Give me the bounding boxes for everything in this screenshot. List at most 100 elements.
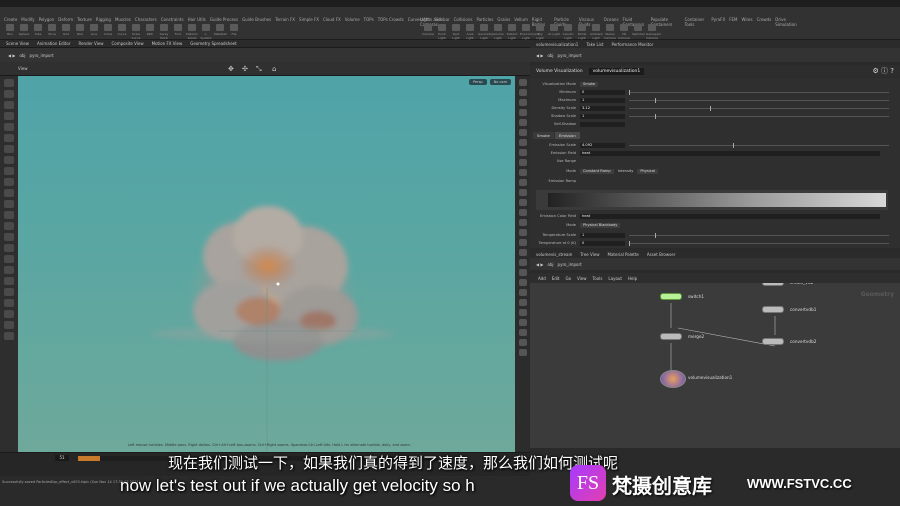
shelf-tool-button[interactable]: Sphere — [18, 24, 30, 38]
shelf-tool-button[interactable]: Camera — [422, 24, 434, 38]
tool-icon[interactable] — [4, 222, 14, 230]
pane-tab[interactable]: Edit — [552, 276, 560, 281]
tool-icon[interactable] — [4, 299, 14, 307]
tool-icon[interactable] — [4, 79, 14, 87]
param-dropdown[interactable]: Constant Ramp — [580, 168, 614, 174]
param-label[interactable]: Use Range — [530, 159, 580, 163]
pane-tab[interactable]: Help — [628, 276, 637, 281]
shelf-tool-button[interactable]: Spray Paint — [158, 24, 170, 40]
shelf-tab[interactable]: TOPs — [364, 17, 374, 23]
pane-tab[interactable]: Render View — [78, 41, 103, 46]
section-tab[interactable]: Smoke — [533, 132, 554, 139]
tool-icon[interactable] — [4, 90, 14, 98]
frame-field[interactable]: 51 — [55, 455, 69, 461]
shelf-tool-button[interactable]: Tube — [32, 24, 44, 38]
shelf-tool-button[interactable]: Line — [88, 24, 100, 38]
pane-tab[interactable]: volumevisualization1 — [536, 42, 578, 47]
back-arrow-icon[interactable]: ◀ ▶ — [536, 262, 543, 267]
shelf-tab[interactable]: Drive Simulation — [775, 17, 800, 27]
shelf-tool-button[interactable]: File — [228, 24, 240, 38]
param-value[interactable]: 3.12 — [580, 105, 625, 111]
param-value[interactable] — [580, 121, 625, 127]
display-option-icon[interactable] — [518, 259, 527, 266]
param-value[interactable]: 0 — [580, 240, 625, 246]
shelf-tool-button[interactable]: Portal Light — [576, 24, 588, 40]
shelf-tab[interactable]: Volume — [345, 17, 360, 23]
shelf-tab[interactable]: Guide Brushes — [242, 17, 271, 23]
shelf-tool-button[interactable]: Spot Light — [450, 24, 462, 40]
shelf-tool-button[interactable]: Grid — [60, 24, 72, 38]
shelf-tab[interactable]: FEM — [729, 17, 737, 23]
shelf-tool-button[interactable]: Environment Light — [520, 24, 539, 40]
shelf-tab[interactable]: Modify — [21, 17, 34, 23]
pan-icon[interactable]: ✣ — [242, 65, 248, 73]
path-segment[interactable]: obj — [547, 262, 553, 267]
path-segment[interactable]: pyro_import — [30, 53, 54, 58]
display-option-icon[interactable] — [518, 249, 527, 256]
shelf-tool-button[interactable]: Stereo Camera — [604, 24, 616, 40]
pane-tab[interactable]: Scene View — [6, 41, 29, 46]
shelf-tab[interactable]: Constraints — [161, 17, 184, 23]
display-option-icon[interactable] — [518, 189, 527, 196]
node-name-field[interactable]: volumevisualization1 — [588, 67, 645, 75]
display-option-icon[interactable] — [518, 99, 527, 106]
tool-icon[interactable] — [4, 145, 14, 153]
node-convertvdb2[interactable]: convertvdb2 — [762, 338, 816, 345]
shelf-tool-button[interactable]: Circle — [102, 24, 114, 38]
shelf-tab[interactable]: Crowds — [757, 17, 772, 23]
shelf-tab[interactable]: Simple FX — [299, 17, 319, 23]
shelf-tab[interactable]: Hair Utils — [188, 17, 206, 23]
shelf-tab[interactable]: Terrain FX — [275, 17, 295, 23]
pane-tab[interactable]: Performance Monitor — [612, 42, 654, 47]
display-option-icon[interactable] — [518, 89, 527, 96]
display-option-icon[interactable] — [518, 279, 527, 286]
param-dropdown[interactable]: Physical — [637, 168, 658, 174]
pane-tab[interactable]: Material Palette — [608, 252, 639, 257]
dolly-icon[interactable]: ⤡ — [256, 65, 262, 74]
display-option-icon[interactable] — [518, 289, 527, 296]
shelf-tab[interactable]: Wires — [742, 17, 753, 23]
tool-icon[interactable] — [4, 255, 14, 263]
tool-icon[interactable] — [4, 288, 14, 296]
shelf-tab[interactable]: Particles — [476, 17, 493, 23]
shelf-tool-button[interactable]: Platonic Solids — [186, 24, 198, 40]
display-option-icon[interactable] — [518, 209, 527, 216]
param-slider[interactable] — [629, 89, 889, 95]
param-value[interactable]: 0 — [580, 89, 625, 95]
shelf-tab[interactable]: Collisions — [454, 17, 473, 23]
tool-icon[interactable] — [4, 178, 14, 186]
tool-icon[interactable] — [4, 189, 14, 197]
shelf-tool-button[interactable]: Distant Light — [506, 24, 518, 40]
tool-icon[interactable] — [4, 112, 14, 120]
tool-icon[interactable] — [4, 167, 14, 175]
display-option-icon[interactable] — [518, 149, 527, 156]
shelf-tool-button[interactable]: Sky Light — [534, 24, 546, 40]
display-option-icon[interactable] — [518, 139, 527, 146]
shelf-tab[interactable]: Cloud FX — [323, 17, 341, 23]
persp-button[interactable]: Persp — [469, 79, 487, 85]
param-value[interactable]: 1 — [580, 97, 625, 103]
display-option-icon[interactable] — [518, 339, 527, 346]
param-slider[interactable] — [629, 105, 889, 111]
tool-icon[interactable] — [4, 321, 14, 329]
shelf-tab[interactable]: Viscous Fluids — [579, 17, 600, 27]
camera-button[interactable]: No cam — [489, 79, 511, 85]
display-option-icon[interactable] — [518, 109, 527, 116]
param-dropdown[interactable]: Physical Blackbody — [580, 222, 621, 228]
shelf-tab[interactable]: Grains — [497, 17, 510, 23]
tool-icon[interactable] — [4, 244, 14, 252]
back-arrow-icon[interactable]: ◀ ▶ — [536, 53, 543, 58]
display-option-icon[interactable] — [518, 229, 527, 236]
tool-icon[interactable] — [4, 156, 14, 164]
pane-tab[interactable]: Composite View — [112, 41, 144, 46]
pane-tab[interactable]: volumevis_stream — [536, 252, 572, 257]
camera-icon[interactable]: ⌂ — [272, 65, 276, 73]
shelf-tool-button[interactable]: Point Light — [436, 24, 448, 40]
display-option-icon[interactable] — [518, 299, 527, 306]
node-switch[interactable]: switch1 — [660, 293, 704, 300]
display-option-icon[interactable] — [518, 129, 527, 136]
display-option-icon[interactable] — [518, 329, 527, 336]
pane-tab[interactable]: Asset Browser — [647, 252, 675, 257]
shelf-tab[interactable]: Characters — [135, 17, 157, 23]
display-option-icon[interactable] — [518, 219, 527, 226]
